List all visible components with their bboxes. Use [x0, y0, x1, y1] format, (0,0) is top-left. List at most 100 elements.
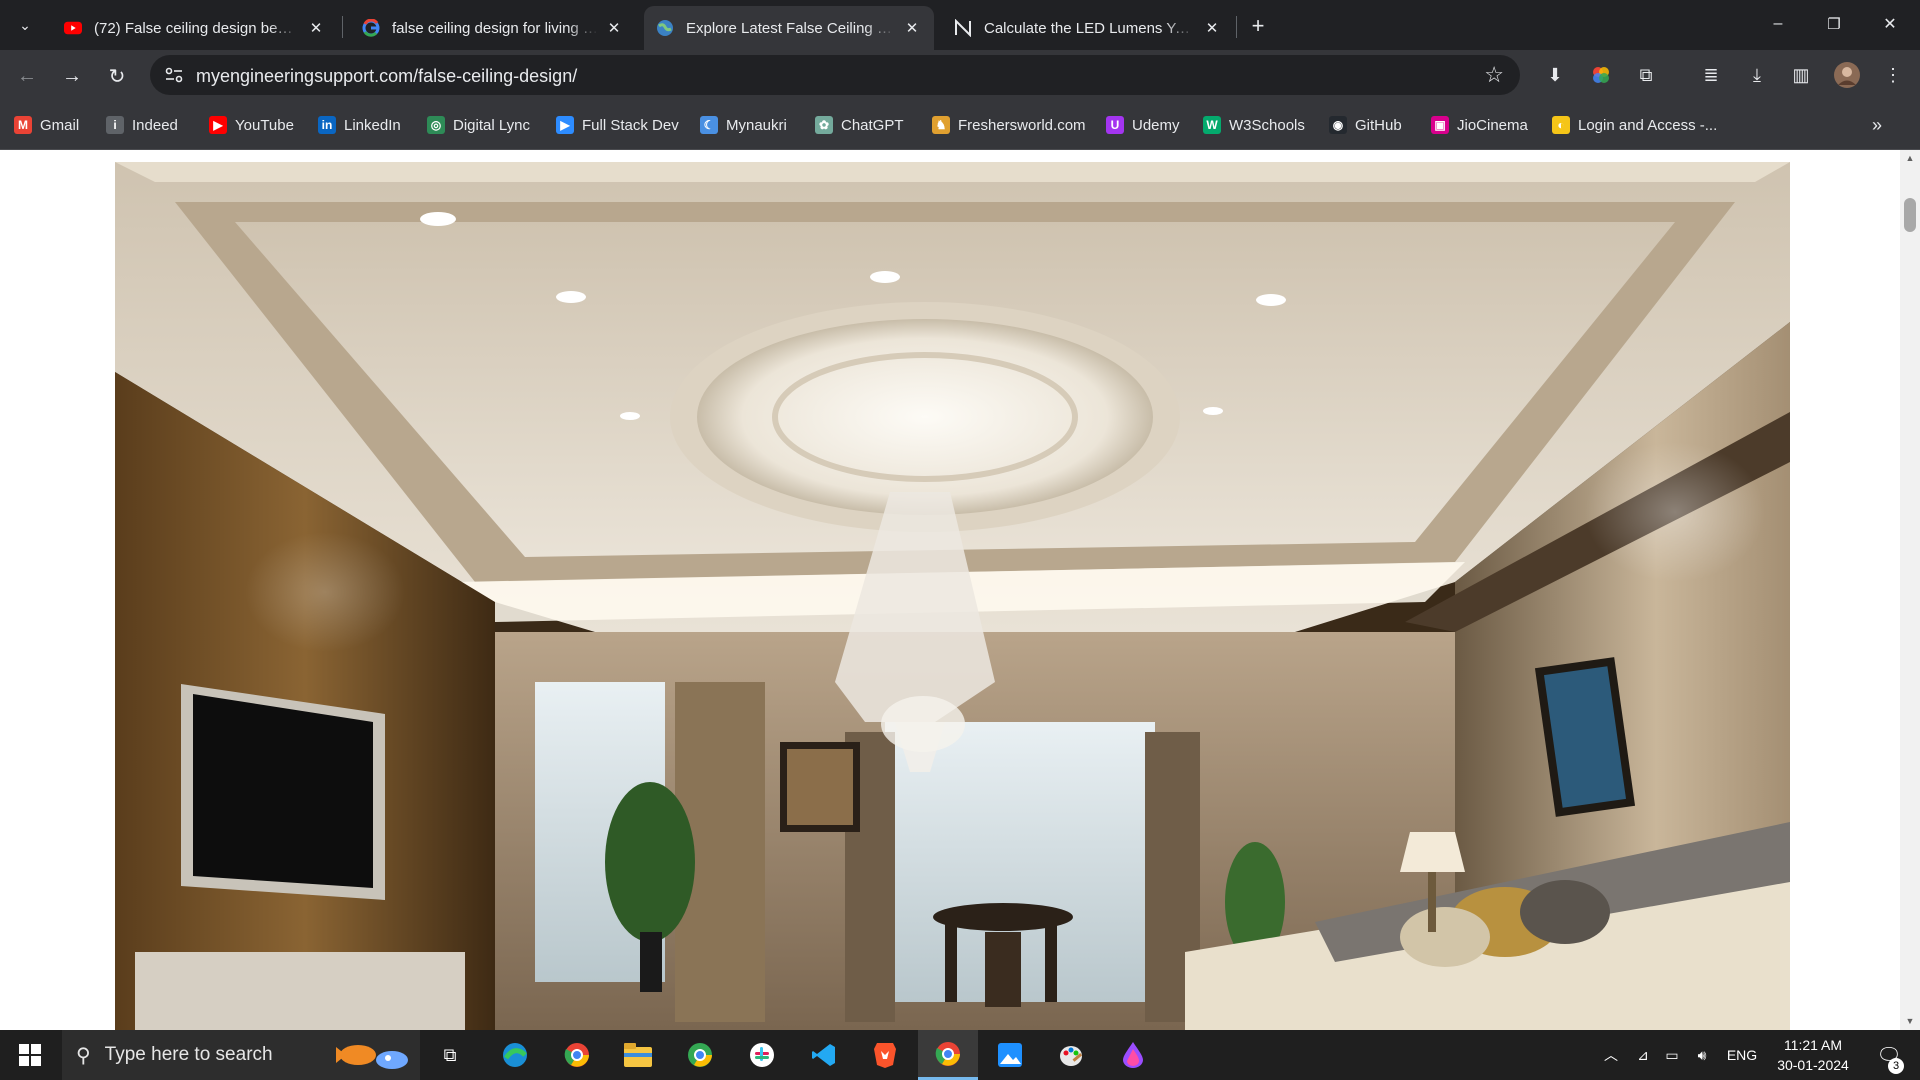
bookmark-label: Gmail	[40, 116, 80, 134]
chevron-up-icon: ︿	[1604, 1047, 1618, 1063]
gmail-icon: M	[14, 116, 32, 134]
search-placeholder: Type here to search	[104, 1044, 273, 1065]
reload-button[interactable]: ↻	[100, 59, 134, 93]
close-tab-icon[interactable]: ✕	[902, 18, 922, 38]
tab-led-lumens[interactable]: Calculate the LED Lumens You'll Need ✕	[942, 6, 1234, 50]
vscode-taskbar-icon[interactable]	[801, 1030, 847, 1080]
bookmark-udemy[interactable]: U Udemy	[1106, 114, 1180, 136]
task-view-icon: ⧉	[443, 1044, 457, 1065]
show-hidden-icons[interactable]: ︿	[1598, 1030, 1624, 1080]
color-picker-taskbar-icon[interactable]	[1110, 1030, 1156, 1080]
bookmark-mynaukri[interactable]: ☾ Mynaukri	[700, 114, 787, 136]
scrollbar-thumb[interactable]	[1904, 198, 1916, 232]
edge-taskbar-icon[interactable]	[492, 1030, 538, 1080]
scroll-up-arrow[interactable]: ▲	[1905, 153, 1915, 163]
extension-download-icon[interactable]: ⬇	[1542, 62, 1568, 88]
arrow-left-icon: ←	[17, 64, 37, 87]
volume-icon[interactable]: 🔊︎	[1688, 1030, 1716, 1080]
windows-taskbar: ⚲ Type here to search ⧉ ︿ ⊿ ▭ 🔊︎ ENG 11:…	[0, 1030, 1920, 1080]
chrome-active-taskbar-icon[interactable]	[918, 1030, 978, 1080]
minimize-button[interactable]: –	[1750, 0, 1806, 48]
tab-google-search[interactable]: false ceiling design for living room ✕	[350, 6, 636, 50]
bookmark-label: ChatGPT	[841, 116, 904, 134]
tab-youtube[interactable]: (72) False ceiling design bedroom ✕	[52, 6, 338, 50]
bookmark-label: Mynaukri	[726, 116, 787, 134]
bookmark-jiocinema[interactable]: ▣ JioCinema	[1431, 114, 1528, 136]
forward-button[interactable]: →	[55, 59, 89, 93]
brave-taskbar-icon[interactable]	[862, 1030, 908, 1080]
close-window-button[interactable]: ✕	[1862, 0, 1918, 48]
bookmark-label: GitHub	[1355, 116, 1402, 134]
bookmark-indeed[interactable]: i Indeed	[106, 114, 178, 136]
chrome-taskbar-icon[interactable]	[554, 1030, 600, 1080]
downloads-icon[interactable]: ⤓	[1744, 62, 1770, 88]
side-panel-icon[interactable]: ▥	[1788, 62, 1814, 88]
extensions-puzzle-icon[interactable]: ⧉	[1633, 62, 1659, 88]
w3schools-icon: W	[1203, 116, 1221, 134]
living-room-false-ceiling-photo	[115, 162, 1790, 1030]
photos-taskbar-icon[interactable]	[987, 1030, 1033, 1080]
notification-center-button[interactable]: 🗨︎ 3	[1866, 1030, 1912, 1080]
network-icon[interactable]: ⊿	[1630, 1030, 1656, 1080]
tab-active-explore[interactable]: Explore Latest False Ceiling Designs ✕	[644, 6, 934, 50]
tab-search-button[interactable]: ⌄	[8, 8, 42, 42]
bookmark-chatgpt[interactable]: ✿ ChatGPT	[815, 114, 904, 136]
bookmark-linkedin[interactable]: in LinkedIn	[318, 114, 401, 136]
battery-icon[interactable]: ▭	[1658, 1030, 1686, 1080]
profile-avatar[interactable]	[1834, 62, 1860, 88]
color-extension-icon[interactable]	[1588, 62, 1614, 88]
clock-time: 11:21 AM	[1783, 1037, 1843, 1053]
bookmarks-overflow-icon[interactable]: »	[1872, 114, 1882, 136]
browser-toolbar: ← → ↻ myengineeringsupport.com/false-cei…	[0, 50, 1920, 100]
bookmark-label: W3Schools	[1229, 116, 1305, 134]
tab-title: false ceiling design for living room	[392, 19, 598, 37]
bookmark-label: Freshersworld.com	[958, 116, 1086, 134]
close-tab-icon[interactable]: ✕	[1202, 18, 1222, 38]
windows-logo-icon	[19, 1044, 41, 1066]
clock[interactable]: 11:21 AM 30-01-2024	[1768, 1030, 1858, 1080]
close-tab-icon[interactable]: ✕	[306, 18, 326, 38]
new-tab-button[interactable]: +	[1244, 12, 1272, 40]
bookmark-github[interactable]: ◉ GitHub	[1329, 114, 1402, 136]
reading-list-icon[interactable]: ≣	[1698, 62, 1724, 88]
scroll-down-arrow[interactable]: ▼	[1905, 1016, 1915, 1026]
tab-strip: ⌄ (72) False ceiling design bedroom ✕ fa…	[0, 0, 1920, 50]
bookmark-digital-lync[interactable]: ◎ Digital Lync	[427, 114, 530, 136]
globe-icon	[656, 19, 674, 37]
google-icon	[362, 19, 380, 37]
back-button[interactable]: ←	[10, 59, 44, 93]
bookmark-label: Indeed	[132, 116, 178, 134]
bookmark-w3schools[interactable]: W W3Schools	[1203, 114, 1305, 136]
bookmark-star-icon[interactable]: ☆	[1484, 62, 1504, 88]
bookmark-gmail[interactable]: M Gmail	[14, 114, 79, 136]
bookmark-youtube[interactable]: ▶ YouTube	[209, 114, 294, 136]
taskbar-search-box[interactable]: ⚲ Type here to search	[62, 1030, 420, 1080]
language-indicator[interactable]: ENG	[1722, 1030, 1762, 1080]
task-view-button[interactable]: ⧉	[430, 1030, 470, 1080]
menu-kebab-icon[interactable]: ⋮	[1880, 62, 1906, 88]
address-bar[interactable]: myengineeringsupport.com/false-ceiling-d…	[150, 55, 1520, 95]
start-button[interactable]	[0, 1030, 60, 1080]
chevron-down-icon: ⌄	[19, 16, 31, 33]
github-icon: ◉	[1329, 116, 1347, 134]
bookmark-freshersworld-com[interactable]: ♞ Freshersworld.com	[932, 114, 1086, 136]
bookmark-login-and-access[interactable]: ◐ Login and Access -...	[1552, 114, 1717, 136]
login-icon: ◐	[1552, 116, 1570, 134]
bookmark-label: Udemy	[1132, 116, 1180, 134]
tab-divider	[1236, 16, 1237, 38]
file-explorer-icon[interactable]	[615, 1030, 661, 1080]
restore-button[interactable]: ❐	[1806, 0, 1862, 48]
bookmark-full-stack-dev[interactable]: ▶ Full Stack Dev	[556, 114, 679, 136]
paint-taskbar-icon[interactable]	[1048, 1030, 1094, 1080]
youtube-icon: ▶	[209, 116, 227, 134]
bookmark-label: JioCinema	[1457, 116, 1528, 134]
close-tab-icon[interactable]: ✕	[604, 18, 624, 38]
slack-taskbar-icon[interactable]	[739, 1030, 785, 1080]
bookmark-label: Digital Lync	[453, 116, 530, 134]
indeed-icon: i	[106, 116, 124, 134]
site-info-icon[interactable]	[162, 63, 186, 87]
chrome-profile-taskbar-icon[interactable]	[677, 1030, 723, 1080]
bookmarks-bar: M Gmail i Indeed ▶ YouTube in LinkedIn ◎ Digital …	[0, 100, 1920, 150]
tab-title: (72) False ceiling design bedroom	[94, 19, 300, 37]
page-scrollbar[interactable]: ▲ ▼	[1900, 150, 1920, 1030]
